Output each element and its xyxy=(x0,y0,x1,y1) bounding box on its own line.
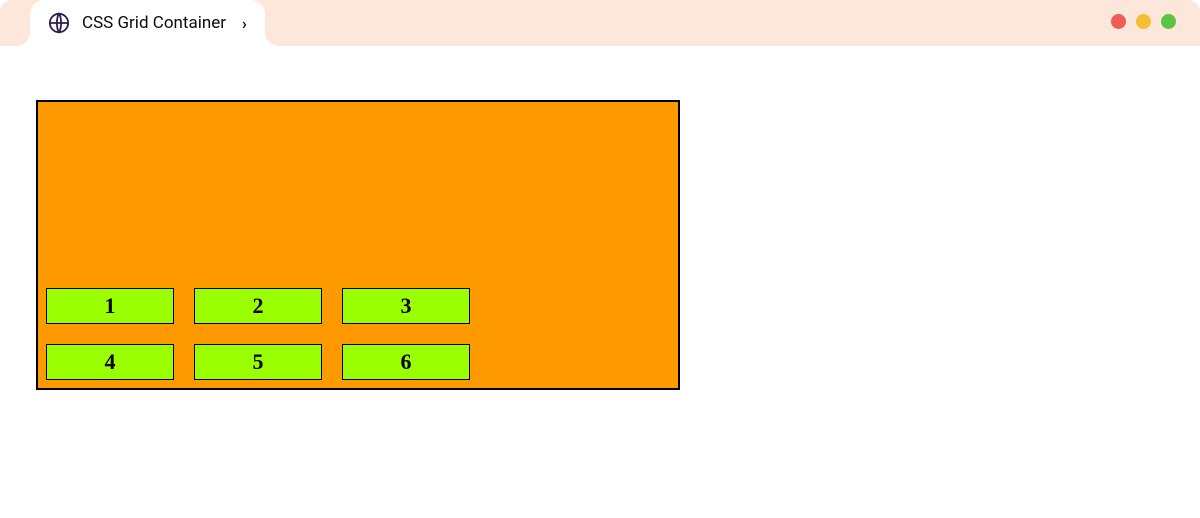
window-controls xyxy=(1111,14,1176,29)
grid-item: 5 xyxy=(194,344,322,380)
grid-item: 6 xyxy=(342,344,470,380)
browser-tab[interactable]: CSS Grid Container › xyxy=(30,0,265,46)
grid-item: 4 xyxy=(46,344,174,380)
tab-bar: CSS Grid Container › xyxy=(0,0,1200,46)
maximize-window-button[interactable] xyxy=(1161,14,1176,29)
grid-item: 3 xyxy=(342,288,470,324)
content-area: 1 2 3 4 5 6 xyxy=(0,46,1200,390)
minimize-window-button[interactable] xyxy=(1136,14,1151,29)
grid-container: 1 2 3 4 5 6 xyxy=(36,100,680,390)
chevron-right-icon: › xyxy=(242,14,247,33)
close-window-button[interactable] xyxy=(1111,14,1126,29)
grid-item: 1 xyxy=(46,288,174,324)
globe-icon xyxy=(48,12,70,34)
tab-title: CSS Grid Container xyxy=(82,13,226,33)
grid-item: 2 xyxy=(194,288,322,324)
